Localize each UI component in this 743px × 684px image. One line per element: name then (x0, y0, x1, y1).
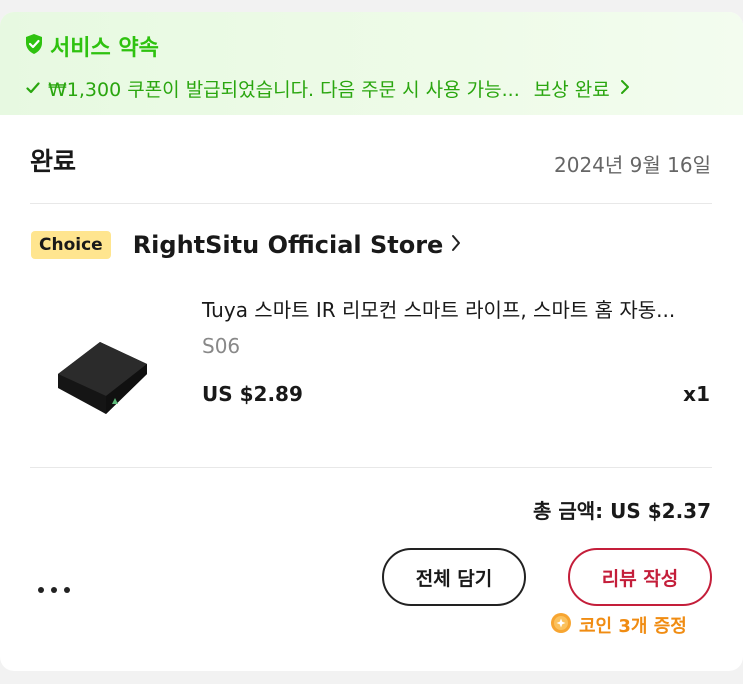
divider (30, 203, 712, 204)
product-quantity: x1 (683, 382, 710, 406)
divider (30, 467, 712, 468)
coin-icon (550, 612, 572, 638)
more-dots-icon[interactable] (38, 587, 70, 593)
product-image[interactable] (44, 312, 156, 428)
coin-reward: 코인 3개 증정 (550, 612, 687, 638)
order-date: 2024년 9월 16일 (554, 153, 711, 177)
product-price: US $2.89 (202, 382, 303, 406)
dot (38, 587, 44, 593)
order-total: 총 금액: US $2.37 (533, 499, 711, 523)
dot (64, 587, 70, 593)
add-all-to-cart-button[interactable]: 전체 담기 (382, 548, 526, 606)
write-review-button[interactable]: 리뷰 작성 (568, 548, 712, 606)
product-title[interactable]: Tuya 스마트 IR 리모컨 스마트 라이프, 스마트 홈 자동... (202, 294, 675, 323)
store-link[interactable]: Choice RightSitu Official Store (31, 231, 461, 259)
service-promise-header: 서비스 약속 (24, 30, 159, 62)
service-promise-title: 서비스 약속 (50, 36, 159, 61)
service-promise-banner[interactable]: 서비스 약속 ₩1,300 쿠폰이 발급되었습니다. 다음 주문 시 사용 가능… (0, 12, 743, 115)
shield-check-icon (24, 33, 44, 59)
coupon-message: ₩1,300 쿠폰이 발급되었습니다. 다음 주문 시 사용 가능... (48, 79, 520, 101)
check-icon (26, 79, 40, 98)
store-name[interactable]: RightSitu Official Store (133, 231, 444, 259)
compensation-status: 보상 완료 (533, 79, 610, 101)
chevron-right-icon[interactable] (451, 234, 461, 256)
order-card: 서비스 약속 ₩1,300 쿠폰이 발급되었습니다. 다음 주문 시 사용 가능… (0, 12, 743, 671)
coupon-notice[interactable]: ₩1,300 쿠폰이 발급되었습니다. 다음 주문 시 사용 가능... 보상 … (26, 75, 726, 102)
dot (51, 587, 57, 593)
product-sku: S06 (202, 334, 241, 358)
choice-badge: Choice (31, 231, 111, 259)
coin-reward-text: 코인 3개 증정 (579, 616, 687, 637)
order-status: 완료 (30, 147, 77, 176)
chevron-right-icon[interactable] (620, 79, 630, 99)
